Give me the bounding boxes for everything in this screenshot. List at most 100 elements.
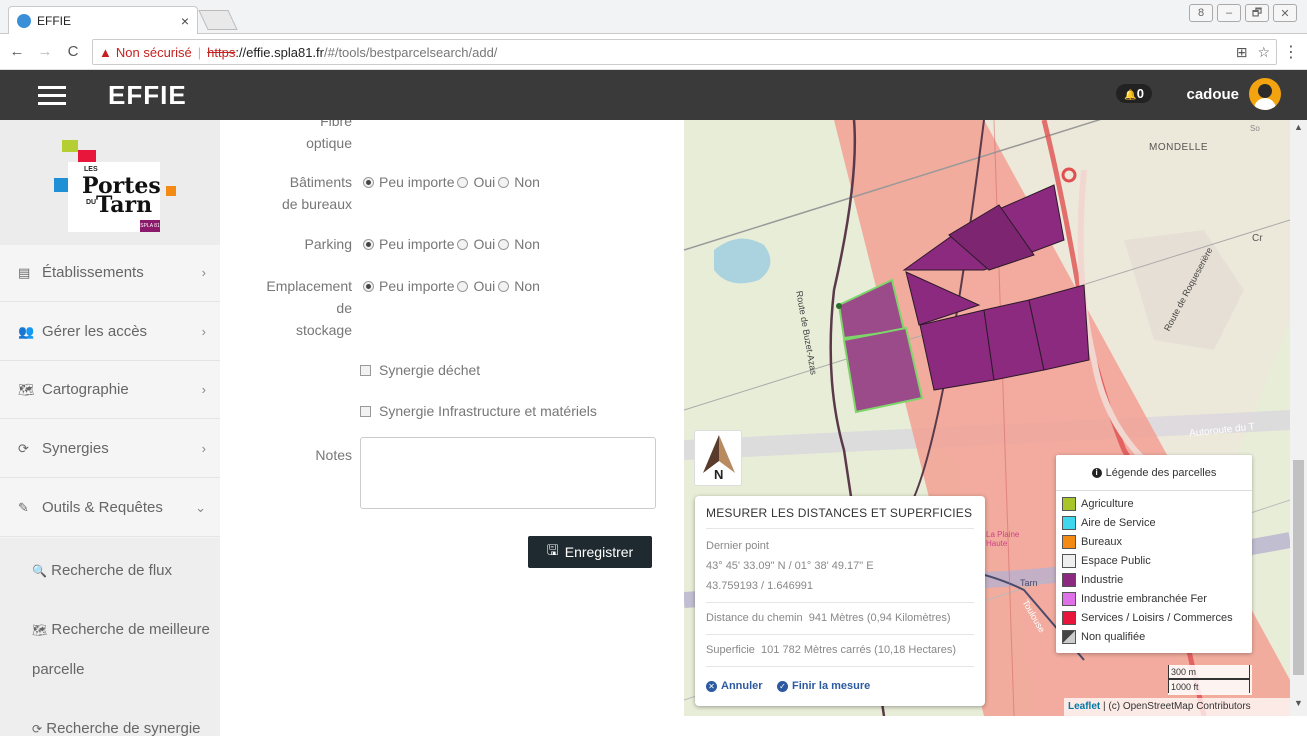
finish-measure-button[interactable]: ✓ Finir la mesure: [777, 680, 870, 692]
radio-peu-importe[interactable]: [363, 280, 374, 292]
sidebar-item-etablissements[interactable]: ▤ Établissements ›: [0, 244, 220, 302]
legend-swatch: [1062, 592, 1076, 606]
sidebar-subitem-label-cont[interactable]: parcelle: [32, 661, 85, 678]
hamburger-menu-icon[interactable]: [38, 85, 66, 105]
measure-title: MESURER LES DISTANCES ET SUPERFICIES: [706, 506, 973, 520]
close-circle-icon: ✕: [706, 680, 717, 692]
maximize-button[interactable]: 🗗: [1245, 4, 1269, 22]
url-separator: |: [197, 44, 202, 60]
legend-item: Agriculture: [1062, 497, 1134, 511]
sidebar-item-cartographie[interactable]: 🗺 Cartographie ›: [0, 361, 220, 419]
sidebar-subitem-recherche-synergie[interactable]: ⟳ Recherche de synergie: [32, 720, 201, 736]
map-label-cr: Cr: [1252, 233, 1263, 244]
radio-group-batiments: Peu importe Oui Non: [360, 174, 540, 190]
chevron-right-icon: ›: [201, 265, 206, 280]
username[interactable]: cadoue: [1186, 86, 1239, 103]
distance-row: Distance du chemin 941 Mètres (0,94 Kilo…: [706, 612, 951, 624]
forward-button[interactable]: →: [34, 43, 56, 60]
page-scrollbar[interactable]: ▲ ▼: [1290, 120, 1307, 716]
back-button[interactable]: ←: [6, 43, 28, 60]
avatar[interactable]: [1249, 78, 1281, 110]
favicon-icon: [17, 13, 31, 28]
parcel-legend: i Légende des parcelles Agriculture Aire…: [1056, 455, 1252, 653]
legend-label: Aire de Service: [1081, 517, 1156, 529]
leaflet-link[interactable]: Leaflet: [1068, 701, 1100, 712]
logo-spla: SPLA 81: [140, 220, 160, 232]
logo-square-green: [62, 140, 78, 152]
url-input[interactable]: ▲ Non sécurisé | https://effie.spla81.fr…: [92, 39, 1277, 65]
building-icon: ▤: [18, 264, 31, 280]
legend-label: Agriculture: [1081, 498, 1134, 510]
distance-label: Distance du chemin: [706, 612, 803, 624]
radio-peu-importe[interactable]: [363, 238, 374, 250]
checkbox-synergie-infra[interactable]: Synergie Infrastructure et matériels: [360, 403, 597, 419]
notes-textarea[interactable]: [360, 437, 656, 509]
label-line: Fibre: [320, 120, 352, 129]
radio-oui[interactable]: [457, 176, 469, 188]
checkbox[interactable]: [360, 405, 371, 417]
radio-non[interactable]: [498, 280, 510, 292]
distance-value: 941 Mètres (0,94 Kilomètres): [808, 612, 951, 624]
radio-non[interactable]: [498, 238, 510, 250]
browser-menu-icon[interactable]: ⋮: [1283, 42, 1299, 62]
save-button[interactable]: 🖫 Enregistrer: [528, 536, 652, 568]
radio-peu-importe[interactable]: [363, 176, 374, 188]
logo-square-orange: [166, 186, 176, 196]
measure-divider: [706, 666, 974, 667]
legend-swatch: [1062, 516, 1076, 530]
browser-tab[interactable]: EFFIE ×: [8, 6, 198, 34]
radio-group-stockage: Peu importe Oui Non: [360, 278, 540, 294]
radio-group-parking: Peu importe Oui Non: [360, 236, 540, 252]
radio-non[interactable]: [498, 176, 510, 188]
last-point-decimal: 43.759193 / 1.646991: [706, 580, 814, 592]
profile-button[interactable]: 8: [1189, 4, 1213, 22]
not-secure-label[interactable]: Non sécurisé: [116, 45, 192, 60]
minimize-button[interactable]: –: [1217, 4, 1241, 22]
field-label-batiments: Bâtiments de bureaux: [240, 171, 352, 215]
sidebar-subitem-label: parcelle: [32, 661, 85, 678]
area-value: 101 782 Mètres carrés (10,18 Hectares): [761, 644, 957, 656]
sidebar-item-gerer-acces[interactable]: 👥 Gérer les accès ›: [0, 303, 220, 361]
map-view[interactable]: MONDELLE So Cr Route de Buzet-Azas Route…: [684, 120, 1290, 716]
legend-label: Industrie: [1081, 574, 1124, 586]
checkbox-synergie-dechet[interactable]: Synergie déchet: [360, 362, 480, 378]
checkbox[interactable]: [360, 364, 371, 376]
checkbox-label: Synergie Infrastructure et matériels: [379, 403, 597, 419]
sidebar-item-label: Gérer les accès: [42, 323, 148, 340]
chevron-right-icon: ›: [201, 324, 206, 339]
notification-badge[interactable]: 🔔0: [1116, 84, 1152, 103]
translate-icon[interactable]: ⊞: [1236, 44, 1248, 61]
bookmark-star-icon[interactable]: ☆: [1257, 44, 1270, 61]
close-window-button[interactable]: ✕: [1273, 4, 1297, 22]
new-tab-button[interactable]: [198, 10, 238, 30]
scale-bar: 300 m 1000 ft: [1168, 665, 1252, 695]
app-header: EFFIE 🔔0 cadoue: [0, 70, 1307, 120]
edit-icon: ✎: [18, 499, 29, 515]
north-label: N: [714, 467, 724, 482]
chevron-right-icon: ›: [201, 382, 206, 397]
logo-du: DU: [86, 199, 97, 206]
map-attribution: Leaflet | (c) OpenStreetMap Contributors: [1064, 698, 1290, 716]
tab-close-icon[interactable]: ×: [181, 13, 189, 29]
scroll-up-arrow-icon[interactable]: ▲: [1294, 122, 1303, 132]
label-line: de: [336, 300, 352, 316]
scroll-down-arrow-icon[interactable]: ▼: [1294, 698, 1303, 708]
cancel-measure-button[interactable]: ✕ Annuler: [706, 680, 763, 692]
legend-swatch: [1062, 611, 1076, 625]
scale-imperial: 1000 ft: [1168, 679, 1250, 693]
window-controls: 8 – 🗗 ✕: [1189, 4, 1297, 22]
last-point-label: Dernier point: [706, 540, 769, 552]
chevron-down-icon: ⌄: [195, 499, 206, 515]
radio-oui[interactable]: [457, 238, 469, 250]
logo-area: LES Portes DU Tarn SPLA 81: [0, 120, 220, 245]
sidebar-item-synergies[interactable]: ⟳ Synergies ›: [0, 420, 220, 478]
scrollbar-thumb[interactable]: [1293, 460, 1304, 675]
radio-oui[interactable]: [457, 280, 469, 292]
sidebar-subitem-recherche-parcelle[interactable]: 🗺 Recherche de meilleure: [32, 621, 210, 638]
legend-swatch: [1062, 554, 1076, 568]
sidebar-subitem-recherche-flux[interactable]: 🔍 Recherche de flux: [32, 562, 172, 579]
logo-tarn: Tarn: [96, 192, 153, 218]
sidebar-item-outils-requetes[interactable]: ✎ Outils & Requêtes ⌄: [0, 479, 220, 537]
reload-button[interactable]: C: [62, 43, 84, 60]
radio-label: Peu importe: [379, 236, 455, 252]
